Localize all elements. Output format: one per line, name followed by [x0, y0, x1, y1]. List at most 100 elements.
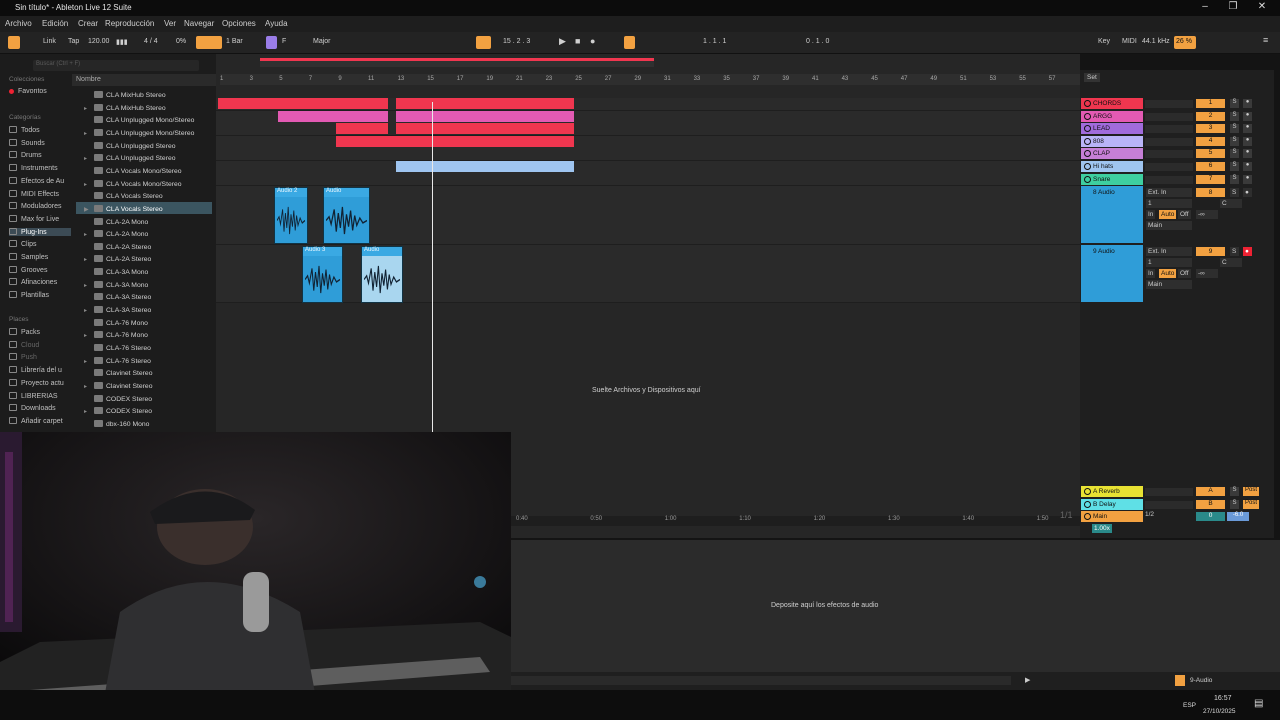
track-name[interactable]: Hi hats — [1081, 161, 1143, 172]
file-item[interactable]: CLA-76 Stereo — [76, 341, 212, 354]
place-0[interactable]: Packs — [9, 328, 71, 336]
main-volume[interactable]: 0 — [1196, 512, 1225, 521]
solo-button[interactable]: S — [1230, 124, 1239, 134]
file-item[interactable]: ▶ CLA Vocals Stereo — [76, 201, 212, 215]
lead-clip[interactable] — [396, 123, 574, 134]
file-item[interactable]: dbx-160 Mono — [76, 417, 212, 430]
file-item[interactable]: ▸ CLA-3A Stereo — [76, 303, 212, 316]
audio-track-header[interactable]: 8 Audio — [1081, 186, 1143, 243]
favorites-item[interactable]: Favoritos — [9, 88, 71, 95]
record-button[interactable]: ● — [590, 36, 595, 46]
menu-icon[interactable]: ≡ — [1263, 35, 1268, 45]
file-item[interactable]: CODEX Stereo — [76, 392, 212, 405]
menu-ayuda[interactable]: Ayuda — [265, 19, 288, 28]
file-item[interactable]: CLA Unplugged Mono/Stereo — [76, 113, 212, 126]
expand-arrow-icon[interactable]: ▸ — [84, 383, 94, 390]
category-0[interactable]: Todos — [9, 126, 71, 134]
expand-arrow-icon[interactable]: ▸ — [84, 181, 94, 188]
expand-arrow-icon[interactable]: ▸ — [84, 358, 94, 365]
overview-bar[interactable] — [260, 58, 654, 67]
close-button[interactable]: ✕ — [1247, 1, 1277, 12]
place-6[interactable]: Downloads — [9, 404, 71, 412]
argg-clip[interactable] — [396, 111, 574, 122]
file-item[interactable]: CLA-76 Mono — [76, 316, 212, 329]
track-lane-7[interactable] — [216, 173, 1080, 186]
hihats-clip[interactable] — [396, 161, 574, 172]
input-select[interactable]: Ext. In — [1146, 188, 1192, 197]
audio-lane-9[interactable] — [216, 245, 1080, 303]
file-item[interactable]: CLA Vocals Mono/Stereo — [76, 164, 212, 177]
minimize-button[interactable]: – — [1190, 1, 1220, 12]
track-select-icon[interactable] — [1175, 675, 1185, 686]
main-name[interactable]: Main — [1081, 511, 1143, 522]
return-track-1[interactable]: B Delay B S Post — [1080, 498, 1274, 512]
play-button[interactable]: ▶ — [559, 36, 566, 47]
file-item[interactable]: CLA MixHub Stereo — [76, 88, 212, 101]
solo-button[interactable]: S — [1230, 487, 1239, 496]
track-name[interactable]: LEAD — [1081, 123, 1143, 135]
post-button[interactable]: Post — [1243, 499, 1259, 509]
monitor-off-button[interactable]: Off — [1178, 269, 1191, 278]
expand-arrow-icon[interactable]: ▸ — [84, 155, 94, 162]
zoom-field[interactable]: 1.00x — [1092, 524, 1112, 533]
arm-button[interactable]: ● — [1243, 174, 1252, 184]
menu-reproduccion[interactable]: Reproducción — [105, 19, 154, 28]
audio-clip[interactable]: Audio — [361, 246, 403, 303]
track-row-1[interactable]: CHORDS 1 S ● — [1080, 98, 1274, 111]
expand-arrow-icon[interactable]: ▶ — [84, 206, 94, 213]
category-7[interactable]: Max for Live — [9, 214, 71, 223]
solo-button[interactable]: S — [1230, 99, 1239, 108]
menu-edicion[interactable]: Edición — [42, 19, 68, 28]
solo-button[interactable]: S — [1230, 136, 1239, 146]
tap-button[interactable]: Tap — [68, 38, 79, 45]
device-panel[interactable]: Deposite aquí los efectos de audio — [511, 540, 1280, 672]
return-fader[interactable] — [1145, 488, 1193, 496]
post-button[interactable]: Post — [1243, 487, 1259, 496]
category-3[interactable]: Instruments — [9, 164, 71, 172]
arm-button[interactable]: ● — [1243, 162, 1252, 171]
file-item[interactable]: ▸ CLA Unplugged Stereo — [76, 151, 212, 164]
track-fader[interactable] — [1145, 150, 1193, 159]
return-name[interactable]: B Delay — [1081, 498, 1143, 510]
bar-ruler[interactable]: 1 3 5 7 9 11 13 15 17 19 21 23 25 27 29 31 33 35 37 39 41 43 4… — [220, 74, 1080, 85]
expand-arrow-icon[interactable]: ▸ — [84, 307, 94, 314]
track-row-6[interactable]: Hi hats 6 S ● — [1080, 161, 1274, 174]
argg-clip[interactable] — [278, 111, 388, 122]
key-map-button[interactable]: Key — [1098, 38, 1110, 45]
file-item[interactable]: ▸ CLA-3A Mono — [76, 278, 212, 291]
808-clip[interactable] — [336, 136, 574, 147]
scale-mode-icon[interactable] — [266, 36, 277, 49]
metro-icon[interactable]: ▮▮▮ — [116, 38, 128, 46]
draw-mode-icon[interactable] — [624, 36, 635, 49]
volume-field[interactable]: -∞ — [1196, 210, 1218, 219]
menu-navegar[interactable]: Navegar — [184, 19, 214, 28]
track-lane-5[interactable] — [216, 148, 1080, 161]
place-3[interactable]: Librería del u — [9, 366, 71, 374]
arm-button[interactable]: ● — [1243, 247, 1252, 256]
expand-arrow-icon[interactable]: ▸ — [84, 332, 94, 339]
time-signature[interactable]: 4 / 4 — [144, 38, 158, 45]
solo-button[interactable]: S — [1230, 247, 1239, 256]
track-name[interactable]: CLAP — [1081, 148, 1143, 160]
return-name[interactable]: A Reverb — [1081, 486, 1143, 497]
category-13[interactable]: Plantillas — [9, 291, 71, 299]
category-10[interactable]: Samples — [9, 253, 71, 261]
track-fader[interactable] — [1145, 125, 1193, 134]
category-12[interactable]: Afinaciones — [9, 278, 71, 286]
key-select[interactable]: F — [282, 38, 286, 45]
track-name[interactable]: 808 — [1081, 135, 1143, 147]
midi-map-button[interactable]: MIDI — [1122, 38, 1137, 45]
link-button[interactable]: Link — [43, 38, 56, 45]
lead-clip[interactable] — [336, 123, 388, 134]
track-fader[interactable] — [1145, 100, 1193, 108]
maximize-button[interactable]: ❐ — [1218, 1, 1248, 12]
channel-select[interactable]: 1 — [1146, 199, 1192, 208]
category-2[interactable]: Drums — [9, 151, 71, 159]
file-item[interactable]: ▸ CLA-2A Stereo — [76, 252, 212, 265]
category-9[interactable]: Clips — [9, 240, 71, 248]
play-icon[interactable]: ▶ — [1025, 676, 1030, 684]
channel-select[interactable]: 1 — [1146, 258, 1192, 267]
place-1[interactable]: Cloud — [9, 340, 71, 349]
record-mode-icon[interactable] — [196, 36, 222, 49]
volume-field[interactable]: -∞ — [1196, 269, 1218, 278]
